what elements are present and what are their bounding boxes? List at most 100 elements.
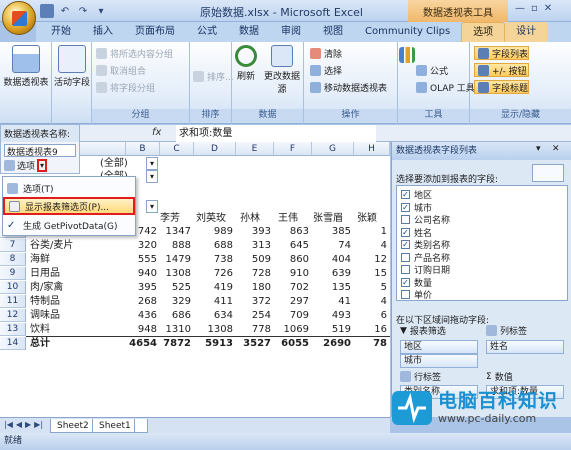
pivottable-name-input[interactable]: 数据透视表9 <box>4 144 76 158</box>
field-checkbox[interactable] <box>401 215 410 224</box>
value-cell[interactable]: 268 <box>126 295 160 308</box>
first-sheet-icon[interactable]: |◀ <box>4 420 13 429</box>
group-selection-button[interactable]: 将所选内容分组 <box>96 47 173 60</box>
tab-options[interactable]: 选项 <box>461 22 506 42</box>
value-cell[interactable]: 4654 <box>126 337 160 350</box>
value-cell[interactable]: 436 <box>126 309 160 322</box>
value-cell[interactable]: 16 <box>354 323 390 336</box>
sheet-tab[interactable]: Sheet2 <box>50 419 96 433</box>
field-checkbox[interactable] <box>401 252 410 262</box>
field-list-toggle[interactable]: 字段列表 <box>474 46 529 60</box>
value-cell[interactable]: 41 <box>312 295 354 308</box>
column-header[interactable]: H <box>354 142 390 156</box>
value-cell[interactable]: 6 <box>354 309 390 322</box>
olap-tools-button[interactable]: OLAP 工具 <box>416 81 475 94</box>
insert-sheet-icon[interactable] <box>134 419 148 433</box>
column-label-cell[interactable]: 王伟 <box>278 212 312 225</box>
value-cell[interactable]: 525 <box>160 281 194 294</box>
chevron-down-icon[interactable]: ▾ <box>37 159 48 172</box>
value-cell[interactable]: 948 <box>126 323 160 336</box>
value-cell[interactable]: 5913 <box>194 337 236 350</box>
column-label-cell[interactable]: 张雪眉 <box>313 212 355 225</box>
restore-icon[interactable]: ▫ <box>531 3 538 14</box>
value-cell[interactable]: 3527 <box>236 337 274 350</box>
move-pivottable-button[interactable]: 移动数据透视表 <box>310 81 387 94</box>
value-cell[interactable]: 726 <box>194 267 236 280</box>
value-cell[interactable]: 372 <box>236 295 274 308</box>
field-item[interactable]: 单价 <box>401 288 432 301</box>
filter-dropdown-icon[interactable]: ▾ <box>146 157 158 170</box>
row-header[interactable]: 12 <box>0 309 26 322</box>
value-cell[interactable]: 688 <box>194 239 236 252</box>
row-header[interactable]: 8 <box>0 253 26 266</box>
row-label-cell[interactable]: 饮料 <box>30 323 122 336</box>
row-header[interactable]: 11 <box>0 295 26 308</box>
value-cell[interactable]: 639 <box>312 267 354 280</box>
value-cell[interactable]: 645 <box>274 239 312 252</box>
value-cell[interactable]: 404 <box>312 253 354 266</box>
value-cell[interactable]: 1310 <box>160 323 194 336</box>
field-item[interactable]: 公司名称 <box>401 213 450 226</box>
row-label-cell[interactable]: 肉/家禽 <box>30 281 122 294</box>
row-header[interactable]: 13 <box>0 323 26 336</box>
field-checkbox[interactable]: ✓ <box>401 190 410 199</box>
tab-community-clips[interactable]: Community Clips <box>354 22 461 42</box>
menu-item-options[interactable]: 选项(T) <box>3 179 135 197</box>
value-cell[interactable]: 555 <box>126 253 160 266</box>
value-cell[interactable]: 1347 <box>160 225 194 238</box>
value-cell[interactable]: 297 <box>274 295 312 308</box>
field-checkbox[interactable]: ✓ <box>401 240 410 249</box>
value-cell[interactable]: 411 <box>194 295 236 308</box>
value-cell[interactable]: 519 <box>312 323 354 336</box>
value-cell[interactable]: 180 <box>236 281 274 294</box>
next-sheet-icon[interactable]: ▶ <box>25 420 31 429</box>
field-item[interactable]: 订购日期 <box>401 263 450 276</box>
value-cell[interactable]: 888 <box>160 239 194 252</box>
last-sheet-icon[interactable]: ▶| <box>34 420 43 429</box>
field-checkbox[interactable] <box>401 290 410 299</box>
column-header[interactable]: B <box>126 142 160 156</box>
field-checkbox[interactable]: ✓ <box>401 202 410 212</box>
value-cell[interactable]: 4 <box>354 239 390 252</box>
group-field-button[interactable]: 将字段分组 <box>96 81 155 94</box>
tab-formulas[interactable]: 公式 <box>186 22 228 42</box>
row-header[interactable]: 14 <box>0 337 26 350</box>
value-cell[interactable]: 320 <box>126 239 160 252</box>
select-button[interactable]: 选择 <box>310 64 342 77</box>
value-cell[interactable]: 74 <box>312 239 354 252</box>
field-item[interactable]: 产品名称 <box>401 251 450 264</box>
column-header[interactable]: F <box>274 142 312 156</box>
tab-page-layout[interactable]: 页面布局 <box>124 22 186 42</box>
tab-home[interactable]: 开始 <box>40 22 82 42</box>
zone-item[interactable]: 城市 <box>400 354 478 368</box>
column-header[interactable]: G <box>312 142 354 156</box>
value-cell[interactable]: 686 <box>160 309 194 322</box>
value-cell[interactable]: 989 <box>194 225 236 238</box>
column-header[interactable]: D <box>194 142 236 156</box>
row-label-cell[interactable]: 调味品 <box>30 309 122 322</box>
menu-item-show-report-filter-pages[interactable]: 显示报表筛选页(P)... <box>3 197 135 215</box>
field-item[interactable]: ✓ 姓名 <box>401 226 432 239</box>
column-header[interactable]: C <box>160 142 194 156</box>
ungroup-button[interactable]: 取消组合 <box>96 64 146 77</box>
row-header[interactable]: 10 <box>0 281 26 294</box>
pivottable-button[interactable]: 数据透视表 <box>3 45 49 88</box>
zone-item[interactable]: 地区 <box>400 340 478 354</box>
value-cell[interactable]: 15 <box>354 267 390 280</box>
value-cell[interactable]: 1308 <box>160 267 194 280</box>
column-header[interactable]: E <box>236 142 274 156</box>
value-cell[interactable]: 702 <box>274 281 312 294</box>
row-header[interactable]: 9 <box>0 267 26 280</box>
value-cell[interactable]: 395 <box>126 281 160 294</box>
undo-icon[interactable]: ↶ <box>58 4 72 18</box>
menu-item-generate-getpivotdata[interactable]: ✓ 生成 GetPivotData(G) <box>3 216 135 234</box>
value-cell[interactable]: 2690 <box>312 337 354 350</box>
column-label-cell[interactable]: 张颖 <box>357 212 390 225</box>
field-checkbox[interactable]: ✓ <box>401 277 410 287</box>
value-cell[interactable]: 738 <box>194 253 236 266</box>
row-header[interactable]: 7 <box>0 239 26 252</box>
tab-design[interactable]: 设计 <box>505 22 548 42</box>
value-cell[interactable]: 12 <box>354 253 390 266</box>
clear-button[interactable]: 清除 <box>310 47 342 60</box>
row-label-cell[interactable]: 日用品 <box>30 267 122 280</box>
